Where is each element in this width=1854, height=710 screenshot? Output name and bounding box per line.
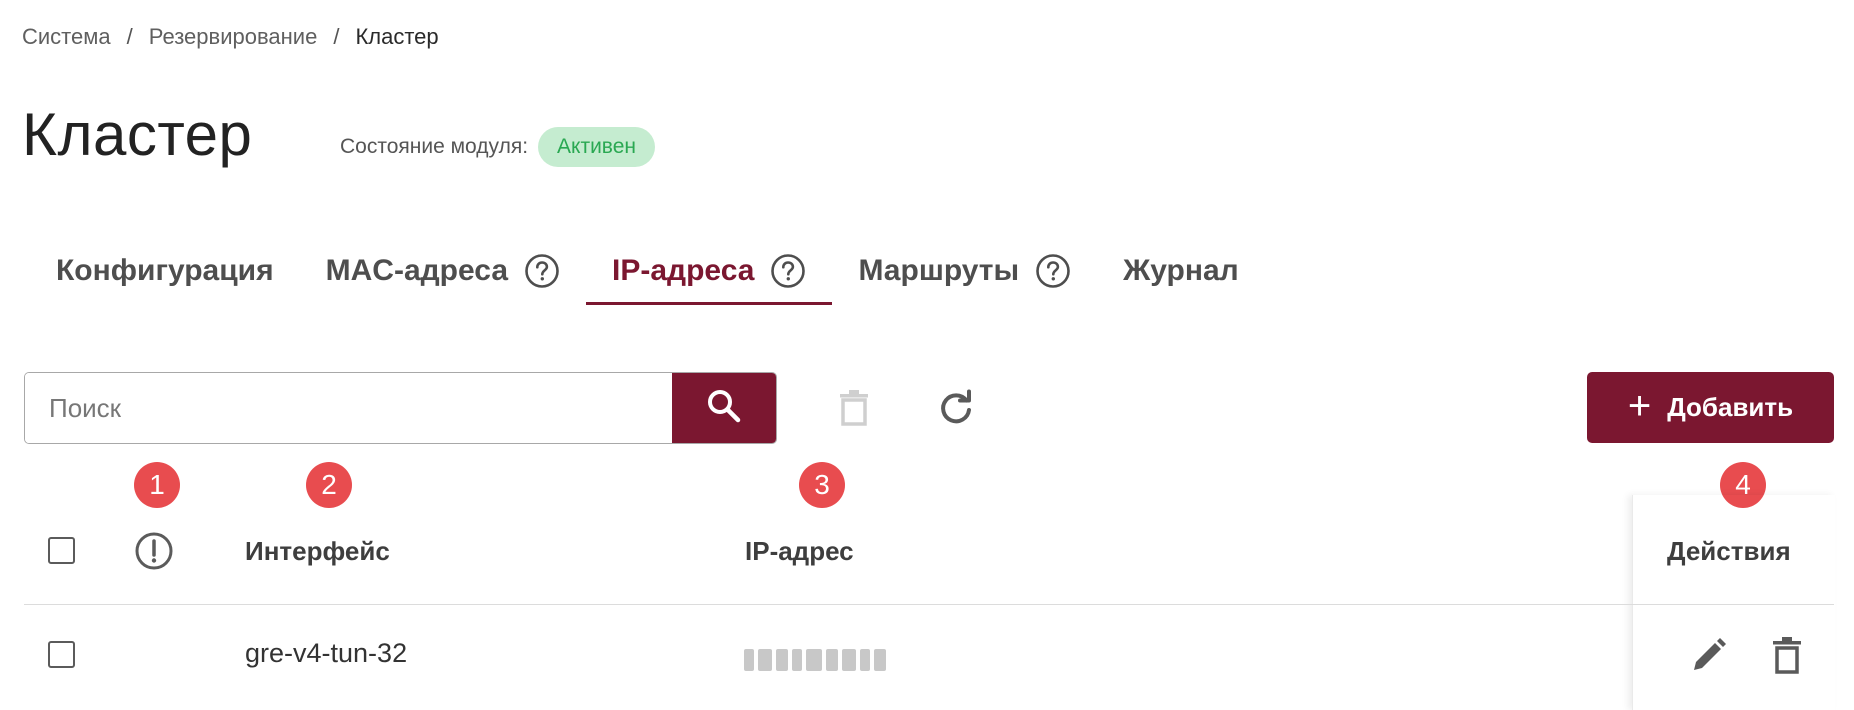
module-status: Состояние модуля: Активен <box>340 127 656 167</box>
column-header-actions: Действия <box>1667 536 1791 566</box>
page-title: Кластер <box>22 101 253 168</box>
search-icon <box>704 386 744 431</box>
breadcrumb: Система / Резервирование / Кластер <box>22 24 439 50</box>
interface-cell: gre-v4-tun-32 <box>245 638 408 668</box>
tab-mac-addresses[interactable]: MAC-адреса <box>300 240 586 302</box>
search-button[interactable] <box>672 373 776 443</box>
tab-label: Маршруты <box>858 254 1020 287</box>
row-checkbox[interactable] <box>48 641 75 668</box>
status-badge: Активен <box>538 127 656 167</box>
annotation-marker-3: 3 <box>799 462 845 508</box>
breadcrumb-item-redundancy[interactable]: Резервирование <box>149 24 318 50</box>
status-label: Состояние модуля: <box>340 135 529 158</box>
help-icon[interactable] <box>1035 253 1071 289</box>
tab-label: IP-адреса <box>612 254 755 287</box>
breadcrumb-item-system[interactable]: Система <box>22 24 111 50</box>
select-all-checkbox[interactable] <box>48 537 75 564</box>
add-button-label: Добавить <box>1667 392 1794 422</box>
tab-journal[interactable]: Журнал <box>1097 240 1265 302</box>
column-header-interface[interactable]: Интерфейс <box>245 536 390 567</box>
plus-icon: + <box>1627 384 1652 428</box>
breadcrumb-separator: / <box>126 24 133 49</box>
table-divider <box>24 604 1834 605</box>
search-input[interactable] <box>25 373 672 443</box>
ip-address-cell-blurred <box>744 647 892 673</box>
refresh-icon[interactable] <box>936 388 976 428</box>
column-header-ip-address[interactable]: IP-адрес <box>745 536 854 567</box>
help-icon[interactable] <box>524 253 560 289</box>
breadcrumb-item-cluster: Кластер <box>355 24 439 49</box>
alert-icon <box>134 531 174 571</box>
tab-label: MAC-адреса <box>325 254 509 287</box>
annotation-marker-1: 1 <box>134 462 180 508</box>
edit-icon[interactable] <box>1688 636 1728 676</box>
tab-routes[interactable]: Маршруты <box>832 240 1097 302</box>
tab-bar: Конфигурация MAC-адреса IP-адреса Маршру… <box>30 240 1265 308</box>
help-icon[interactable] <box>770 253 806 289</box>
tab-configuration[interactable]: Конфигурация <box>30 240 300 302</box>
tab-ip-addresses[interactable]: IP-адреса <box>586 240 833 305</box>
breadcrumb-separator: / <box>333 24 340 49</box>
search-box <box>24 372 777 444</box>
delete-icon[interactable] <box>1769 636 1805 676</box>
tab-label: Конфигурация <box>56 254 274 287</box>
add-button[interactable]: + Добавить <box>1587 372 1834 443</box>
delete-selected-icon[interactable] <box>836 388 872 428</box>
tab-label: Журнал <box>1123 254 1239 287</box>
actions-column <box>1632 495 1835 710</box>
annotation-marker-2: 2 <box>306 462 352 508</box>
